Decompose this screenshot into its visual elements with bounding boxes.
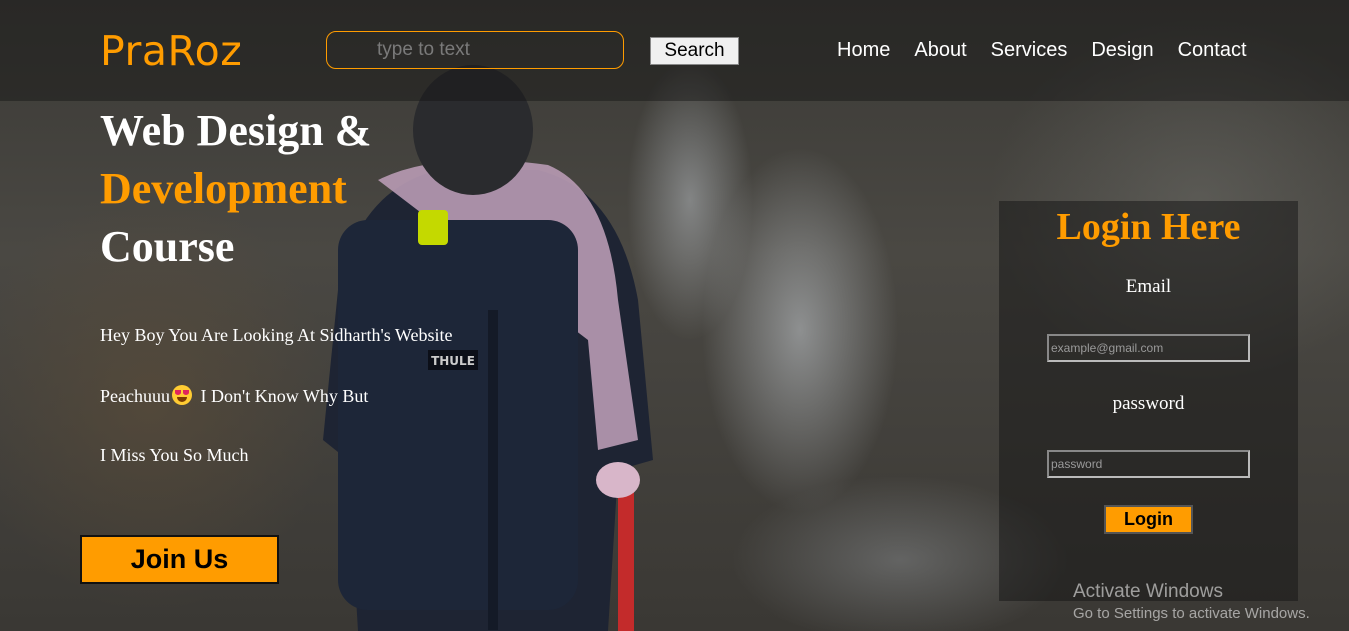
hero-paragraph-2: Peachuuu I Don't Know Why But	[100, 385, 368, 407]
main-nav: Home About Services Design Contact	[837, 39, 1247, 62]
join-us-button[interactable]: Join Us	[80, 535, 279, 584]
para2-text-before: Peachuuu	[100, 386, 170, 406]
hero-title-line-1: Web Design &	[100, 106, 372, 155]
search-button[interactable]: Search	[650, 37, 739, 65]
para2-text-after: I Don't Know Why But	[200, 386, 369, 406]
watermark-subtitle: Go to Settings to activate Windows.	[1073, 605, 1310, 622]
watermark-title: Activate Windows	[1073, 581, 1223, 602]
email-field[interactable]	[1047, 334, 1250, 362]
password-field[interactable]	[1047, 450, 1250, 478]
login-button[interactable]: Login	[1104, 505, 1193, 534]
hero-paragraph-1: Hey Boy You Are Looking At Sidharth's We…	[100, 325, 453, 345]
svg-text:THULE: THULE	[431, 354, 475, 368]
activate-windows-watermark: Activate Windows Go to Settings to activ…	[1073, 581, 1310, 622]
hero-title-line-2: Development	[100, 164, 347, 213]
login-title: Login Here	[1056, 206, 1241, 248]
search-input[interactable]	[326, 31, 624, 69]
heart-eyes-emoji-icon	[171, 385, 192, 405]
email-label: Email	[1125, 276, 1172, 297]
nav-services[interactable]: Services	[991, 39, 1068, 62]
nav-home[interactable]: Home	[837, 39, 890, 62]
nav-design[interactable]: Design	[1091, 39, 1153, 62]
password-label: password	[1112, 393, 1185, 414]
nav-about[interactable]: About	[914, 39, 966, 62]
hero-title-line-3: Course	[100, 222, 235, 271]
top-header: PraRoz Search Home About Services Design…	[0, 0, 1349, 101]
hero-paragraph-3: I Miss You So Much	[100, 445, 249, 465]
site-logo[interactable]: PraRoz	[100, 27, 242, 75]
nav-contact[interactable]: Contact	[1178, 39, 1247, 62]
login-panel: Login Here Email password Login	[999, 201, 1298, 601]
